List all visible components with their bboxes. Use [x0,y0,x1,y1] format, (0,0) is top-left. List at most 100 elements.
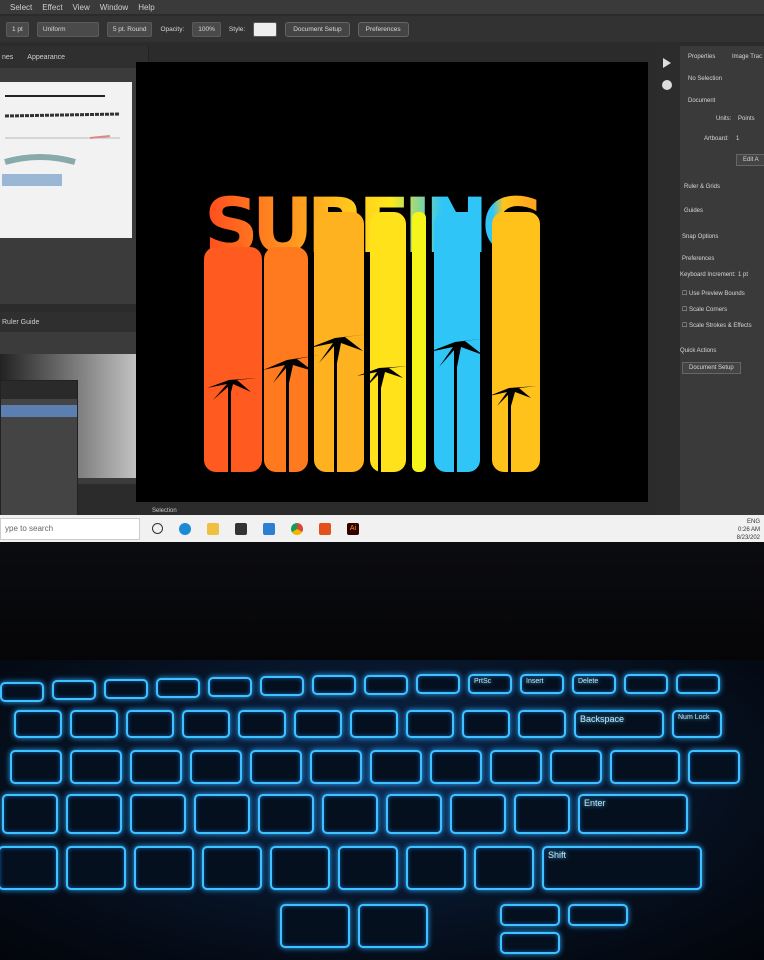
key-l[interactable] [386,794,442,834]
key-end[interactable] [676,674,720,694]
key-f9[interactable] [416,674,460,694]
key-y[interactable] [190,750,242,784]
cortana-icon[interactable] [152,523,163,534]
tab-appearance[interactable]: Appearance [27,54,65,61]
key-g[interactable] [130,794,186,834]
key-j[interactable] [258,794,314,834]
key-backspace[interactable]: Backspace [574,710,664,738]
key-arrow-down[interactable] [500,932,560,954]
key-f7[interactable] [312,675,356,695]
key-c[interactable] [0,846,58,890]
key-home[interactable] [624,674,668,694]
menu-window[interactable]: Window [100,3,128,12]
key-semicolon[interactable] [450,794,506,834]
key-v[interactable] [66,846,126,890]
key-n[interactable] [202,846,262,890]
key-5[interactable] [126,710,174,738]
brushes-library[interactable] [0,82,132,238]
stroke-weight-field[interactable]: 1 pt [6,21,29,37]
artboard-field[interactable]: 1 [736,136,739,142]
preferences-button[interactable]: Preferences [357,21,409,37]
key-pgup[interactable] [568,904,628,926]
mail-icon[interactable] [263,522,275,535]
key-numlock[interactable]: Num Lock [672,710,722,738]
illustrator-icon[interactable]: Ai [347,522,359,535]
document-setup-button[interactable]: Document Setup [285,21,350,37]
key-d[interactable] [2,794,58,834]
tab-layers[interactable]: nes [2,54,13,61]
key-f4[interactable] [156,678,200,698]
store-icon[interactable] [235,522,247,535]
menu-effect[interactable]: Effect [42,3,62,12]
key-f2[interactable] [52,680,96,700]
info-icon[interactable] [662,80,672,90]
stroke-profile-select[interactable]: Uniform [36,21,99,37]
key-p[interactable] [430,750,482,784]
key-alt[interactable] [280,904,350,948]
key-0[interactable] [406,710,454,738]
key-f8[interactable] [364,675,408,695]
key-bracket-right[interactable] [550,750,602,784]
key-insert[interactable]: Insert [520,674,564,694]
key-comma[interactable] [338,846,398,890]
key-backslash[interactable] [610,750,680,784]
key-f1[interactable] [0,682,44,702]
brush-select[interactable]: 5 pt. Round [106,21,153,37]
key-e[interactable] [10,750,62,784]
key-ctrl[interactable] [358,904,428,948]
scale-corners-checkbox[interactable]: ☐ Scale Corners [682,306,727,313]
key-6[interactable] [182,710,230,738]
quick-document-setup-button[interactable]: Document Setup [682,362,741,374]
artboard-canvas[interactable]: SURFING [136,62,648,502]
taskbar-search-input[interactable]: ype to search [0,517,140,540]
key-num7[interactable] [688,750,740,784]
edge-icon[interactable] [179,522,191,535]
key-u[interactable] [250,750,302,784]
system-tray[interactable]: ENG 0:26 AM 8/23/202 [737,518,760,542]
key-7[interactable] [238,710,286,738]
key-b[interactable] [134,846,194,890]
menu-view[interactable]: View [73,3,90,12]
key-f[interactable] [66,794,122,834]
key-prtsc[interactable]: PrtSc [468,674,512,694]
key-quote[interactable] [514,794,570,834]
tab-image-trace[interactable]: Image Trac [732,54,762,60]
key-9[interactable] [350,710,398,738]
key-i[interactable] [310,750,362,784]
key-period[interactable] [406,846,466,890]
key-8[interactable] [294,710,342,738]
style-swatch[interactable] [253,21,278,37]
key-h[interactable] [194,794,250,834]
key-bracket-left[interactable] [490,750,542,784]
key-m[interactable] [270,846,330,890]
scale-strokes-checkbox[interactable]: ☐ Scale Strokes & Effects [682,322,752,329]
tab-properties[interactable]: Properties [688,54,715,60]
units-select[interactable]: Points [738,116,755,122]
key-slash[interactable] [474,846,534,890]
key-f5[interactable] [208,677,252,697]
office-icon[interactable] [319,522,331,535]
key-f6[interactable] [260,676,304,696]
edit-artboards-button[interactable]: Edit A [736,154,764,166]
key-3[interactable] [14,710,62,738]
menu-help[interactable]: Help [138,3,154,12]
keyboard-increment-field[interactable]: 1 pt [738,272,748,278]
key-delete[interactable]: Delete [572,674,616,694]
key-minus[interactable] [462,710,510,738]
key-equals[interactable] [518,710,566,738]
folder-icon[interactable] [207,522,219,535]
key-arrow-up[interactable] [500,904,560,926]
key-k[interactable] [322,794,378,834]
key-4[interactable] [70,710,118,738]
key-o[interactable] [370,750,422,784]
opacity-field[interactable]: 100% [192,21,221,37]
key-shift[interactable]: Shift [542,846,702,890]
key-r[interactable] [70,750,122,784]
menu-select[interactable]: Select [10,3,32,12]
preview-bounds-checkbox[interactable]: ☐ Use Preview Bounds [682,290,745,297]
play-icon[interactable] [663,58,671,68]
key-f3[interactable] [104,679,148,699]
key-enter[interactable]: Enter [578,794,688,834]
chrome-icon[interactable] [291,522,303,535]
key-t[interactable] [130,750,182,784]
